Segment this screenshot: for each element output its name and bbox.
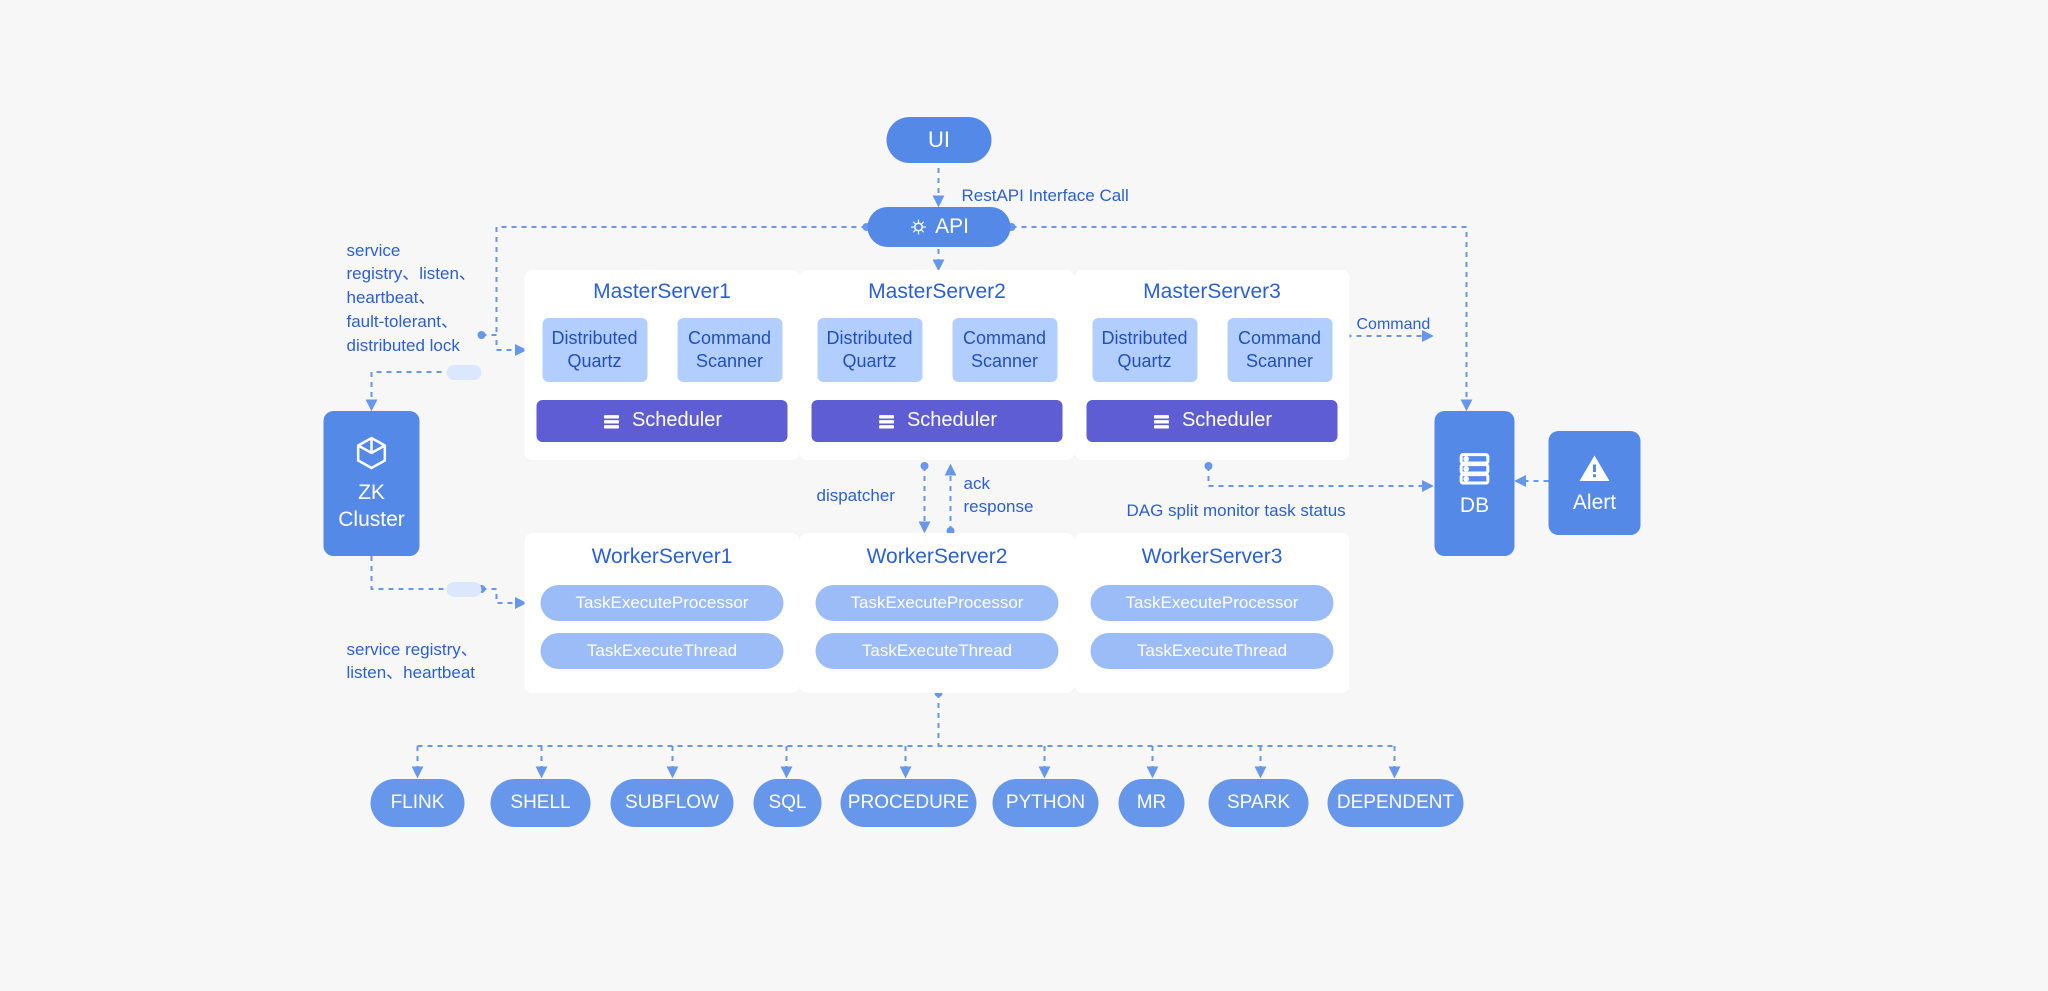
command-scanner: CommandScanner [952,318,1057,382]
task-procedure: PROCEDURE [841,779,977,827]
scheduler-icon [602,411,622,431]
api-node: API [868,207,1011,247]
command-scanner: CommandScanner [677,318,782,382]
distributed-quartz: DistributedQuartz [1092,318,1197,382]
task-execute-thread: TaskExecuteThread [816,633,1059,669]
database-icon [1455,448,1495,488]
scheduler-box: Scheduler [812,400,1063,442]
alert-node: Alert [1549,431,1641,535]
task-sql: SQL [754,779,822,827]
api-label: API [935,215,969,239]
restapi-label: RestAPI Interface Call [962,184,1129,208]
worker-server-2: WorkerServer2 TaskExecuteProcessor TaskE… [800,533,1075,693]
zk-cluster-node: ZK Cluster [324,411,420,556]
api-icon [909,218,927,236]
scheduler-box: Scheduler [1087,400,1338,442]
task-execute-processor: TaskExecuteProcessor [1091,585,1334,621]
distributed-quartz: DistributedQuartz [542,318,647,382]
task-subflow: SUBFLOW [611,779,734,827]
task-shell: SHELL [491,779,591,827]
cube-icon [352,433,392,473]
scheduler-icon [1152,411,1172,431]
zk-note-top: service registry、listen、 heartbeat、 faul… [347,239,476,358]
task-execute-processor: TaskExecuteProcessor [816,585,1059,621]
task-flink: FLINK [371,779,465,827]
master-server-2: MasterServer2 DistributedQuartz CommandS… [800,270,1075,460]
task-python: PYTHON [993,779,1099,827]
dispatcher-label: dispatcher [817,484,895,508]
task-execute-thread: TaskExecuteThread [541,633,784,669]
worker3-title: WorkerServer3 [1075,545,1350,569]
db-label: DB [1460,494,1489,518]
command-scanner: CommandScanner [1227,318,1332,382]
task-dependent: DEPENDENT [1328,779,1464,827]
scheduler-icon [877,411,897,431]
dag-label: DAG split monitor task status [1127,499,1346,523]
master-server-1: MasterServer1 DistributedQuartz CommandS… [525,270,800,460]
junction-dot [447,582,482,597]
task-execute-thread: TaskExecuteThread [1091,633,1334,669]
master1-title: MasterServer1 [525,280,800,304]
task-mr: MR [1119,779,1185,827]
worker-server-1: WorkerServer1 TaskExecuteProcessor TaskE… [525,533,800,693]
worker2-title: WorkerServer2 [800,545,1075,569]
worker1-title: WorkerServer1 [525,545,800,569]
scheduler-box: Scheduler [537,400,788,442]
ack-label: ack response [964,472,1034,520]
master3-title: MasterServer3 [1075,280,1350,304]
junction-dot [447,365,482,380]
alert-label: Alert [1573,491,1616,515]
distributed-quartz: DistributedQuartz [817,318,922,382]
zk-title: ZK Cluster [338,479,405,534]
zk-note-bottom: service registry、 listen、heartbeat [347,638,478,686]
ui-node: UI [887,117,992,163]
db-node: DB [1435,411,1515,556]
worker-server-3: WorkerServer3 TaskExecuteProcessor TaskE… [1075,533,1350,693]
task-execute-processor: TaskExecuteProcessor [541,585,784,621]
master2-title: MasterServer2 [800,280,1075,304]
master-server-3: MasterServer3 DistributedQuartz CommandS… [1075,270,1350,460]
task-spark: SPARK [1209,779,1309,827]
command-label: Command [1357,314,1431,336]
alert-icon [1577,451,1613,487]
